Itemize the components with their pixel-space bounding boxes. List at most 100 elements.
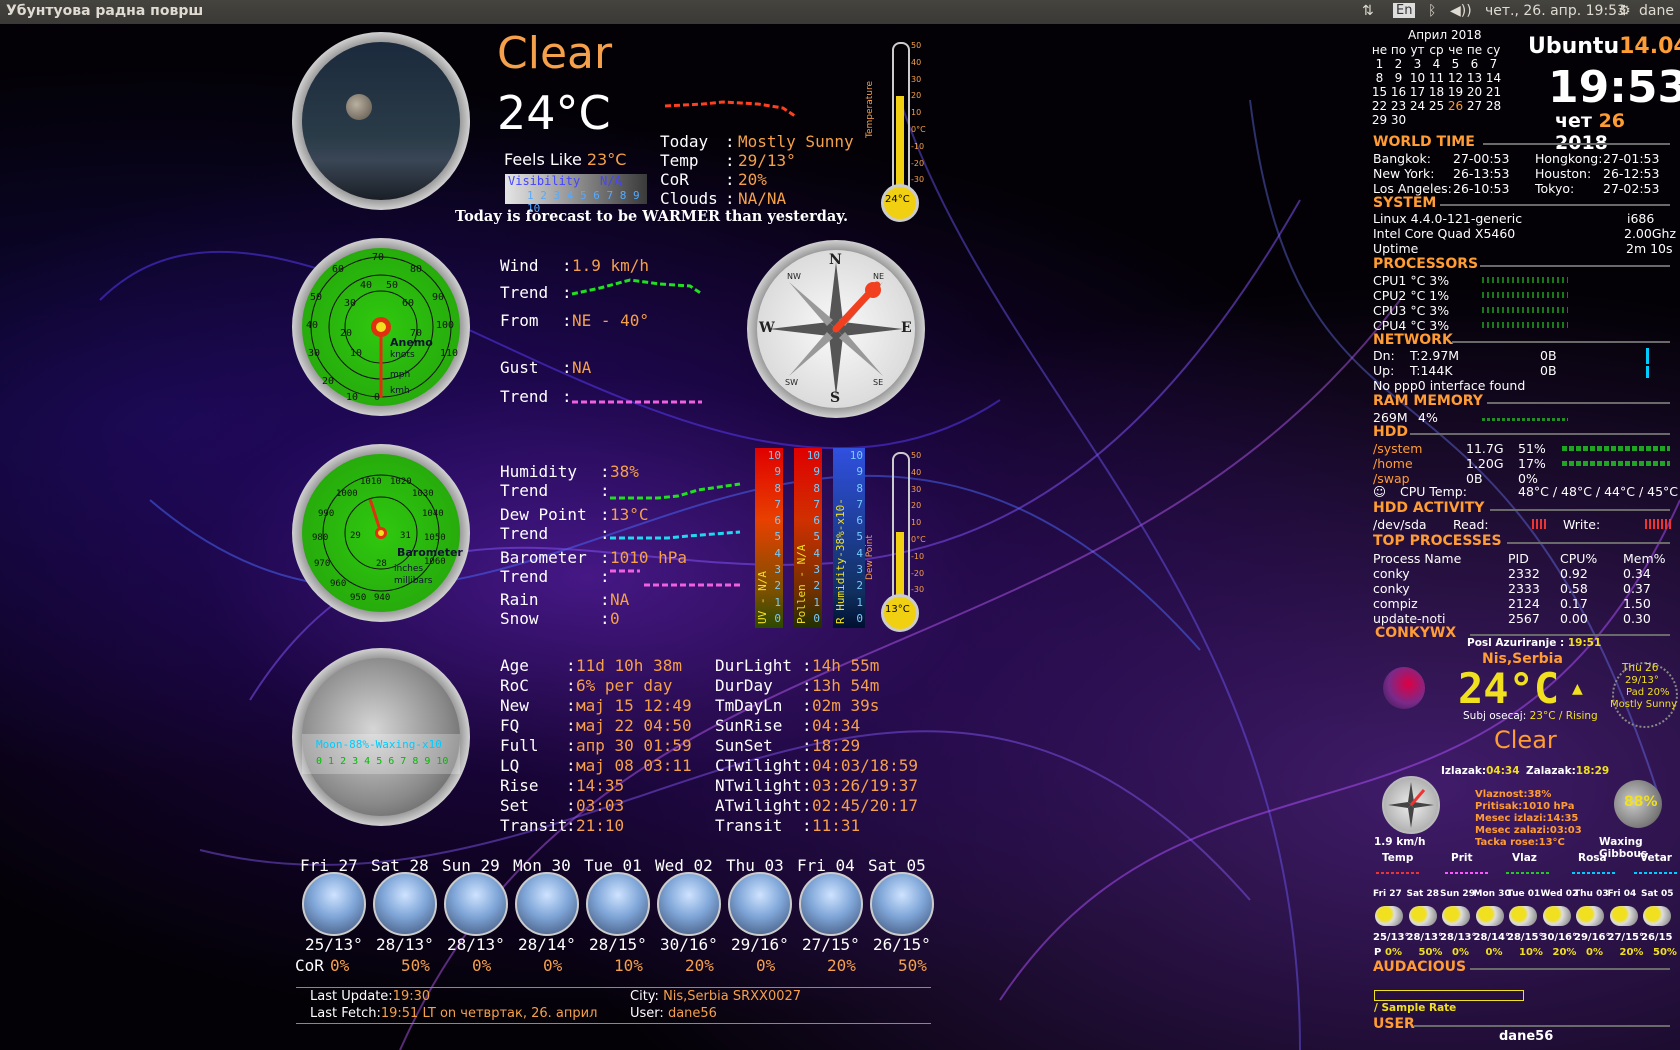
network-updown-icon[interactable]: ⇅ <box>1362 3 1374 19</box>
forecast-cor: 0% <box>543 956 563 975</box>
colon: : <box>566 736 576 755</box>
calendar-day[interactable]: 3 <box>1408 57 1427 71</box>
calendar-day[interactable]: 19 <box>1446 85 1465 99</box>
sun-row-label: Transit <box>715 816 783 835</box>
calendar-day[interactable]: 29 <box>1370 113 1389 127</box>
calendar-day[interactable]: 7 <box>1484 57 1503 71</box>
conkywx-graph <box>1634 872 1678 874</box>
calendar-day[interactable]: 15 <box>1370 85 1389 99</box>
net-dn-label: Dn: <box>1373 348 1395 363</box>
svg-text:940: 940 <box>374 593 390 603</box>
calendar-day[interactable]: 6 <box>1465 57 1484 71</box>
thermo-tick: 0°C <box>911 124 926 134</box>
svg-text:40: 40 <box>306 320 318 331</box>
bar-tick: 6 <box>774 514 781 528</box>
sky-view <box>302 42 460 200</box>
conkywx-day-pad: 20% <box>1552 947 1577 958</box>
cpu-bar <box>1482 307 1568 313</box>
calendar-day[interactable]: 26 <box>1446 99 1465 113</box>
colon: : <box>600 609 610 628</box>
sunset-value: 18:29 <box>1575 765 1610 777</box>
colon: : <box>802 796 812 815</box>
forecast-weather-icon <box>657 872 721 936</box>
world-time-title: WORLD TIME <box>1373 134 1475 150</box>
conkywx-graph-label: Vetar <box>1640 852 1672 864</box>
svg-text:10: 10 <box>346 392 358 403</box>
colon: : <box>566 776 576 795</box>
volume-icon[interactable]: ◀)) <box>1450 3 1472 19</box>
calendar-day[interactable]: 10 <box>1408 71 1427 85</box>
hdd-mount: /swap <box>1373 471 1410 486</box>
audacious-progress[interactable] <box>1374 990 1524 1001</box>
calendar-day[interactable]: 27 <box>1465 99 1484 113</box>
calendar-day[interactable]: 25 <box>1427 99 1446 113</box>
humidity-bar-label: R Humidity-38%-x10- <box>834 498 847 624</box>
svg-text:60: 60 <box>402 298 414 309</box>
svg-text:980: 980 <box>312 533 328 543</box>
moon-row-value: 11d 10h 38m <box>576 656 682 675</box>
forecast-temp: 28/14° <box>518 935 576 954</box>
calendar-day[interactable]: 16 <box>1389 85 1408 99</box>
bar-tick: 2 <box>774 579 781 593</box>
svg-text:90: 90 <box>432 292 444 303</box>
conkywx-day-temp: 28/15° <box>1507 932 1544 943</box>
bar-tick: 7 <box>774 497 781 511</box>
sun-row-value: 18:29 <box>812 736 861 755</box>
calendar-day[interactable]: 23 <box>1389 99 1408 113</box>
conkywx-today-cond: Mostly Sunny <box>1610 699 1678 710</box>
conkywx-detail: Mesec zalazi:03:03 <box>1475 825 1582 836</box>
net-dn-total: T:2.97M <box>1410 348 1460 363</box>
calendar-day[interactable]: 13 <box>1465 71 1484 85</box>
top-cell: 1.50 <box>1623 596 1651 611</box>
calendar-day[interactable]: 2 <box>1389 57 1408 71</box>
barometer-dial: 1010 10201000 1030990 1040980 1050970 1060960… <box>312 474 446 603</box>
calendar-day[interactable]: 30 <box>1389 113 1408 127</box>
calendar-day[interactable]: 8 <box>1370 71 1389 85</box>
sun-row-value: 03:26/19:37 <box>812 776 918 795</box>
conkywx-moon-icon: 88% <box>1614 780 1662 828</box>
compass-rose-icon <box>769 262 903 396</box>
top-processes-title: TOP PROCESSES <box>1373 533 1502 549</box>
calendar-day[interactable]: 20 <box>1465 85 1484 99</box>
session-user[interactable]: dane <box>1639 3 1674 19</box>
top-cell: 0.92 <box>1560 566 1588 581</box>
session-gear-icon[interactable]: ⚙ <box>1618 3 1631 19</box>
calendar-day[interactable]: 22 <box>1370 99 1389 113</box>
bluetooth-icon[interactable]: ᛒ <box>1428 3 1436 19</box>
conkywx-update: Posl Azuriranje : 19:51 <box>1467 637 1601 649</box>
net-up-total: T:144K <box>1410 363 1453 378</box>
conkywx-graph <box>1572 872 1616 874</box>
datetime-indicator[interactable]: чет., 26. апр. 19:53 <box>1485 3 1626 19</box>
colon: : <box>802 776 812 795</box>
calendar-day[interactable]: 21 <box>1484 85 1503 99</box>
calendar-day[interactable]: 17 <box>1408 85 1427 99</box>
calendar-weekday: че <box>1448 43 1463 57</box>
forecast-cor: 0% <box>472 956 492 975</box>
cpu-temp-value: 48°C / 48°C / 44°C / 45°C <box>1518 484 1679 499</box>
conkywx-day-temp: 28/14° <box>1473 932 1510 943</box>
conkywx-day: Sun 29 <box>1440 889 1475 899</box>
forecast-temp: 28/15° <box>589 935 647 954</box>
calendar-day[interactable]: 24 <box>1408 99 1427 113</box>
calendar-day[interactable]: 4 <box>1427 57 1446 71</box>
cpu-temp-label: CPU Temp: <box>1400 484 1467 499</box>
colon: : <box>566 656 576 675</box>
calendar-day[interactable]: 11 <box>1427 71 1446 85</box>
calendar-day[interactable]: 28 <box>1484 99 1503 113</box>
calendar-day[interactable]: 1 <box>1370 57 1389 71</box>
baro-trend-graph <box>610 569 740 587</box>
conkywx-graph <box>1506 872 1550 874</box>
colon: : <box>600 462 610 481</box>
calendar-day[interactable]: 9 <box>1389 71 1408 85</box>
sun-row-label: CTwilight <box>715 756 802 775</box>
calendar-day[interactable]: 14 <box>1484 71 1503 85</box>
calendar-day[interactable]: 12 <box>1446 71 1465 85</box>
thermo-tick: 10 <box>911 108 922 118</box>
uv-ticks: 10 9 8 7 6 5 4 3 2 1 0 <box>768 448 781 627</box>
bar-tick: 7 <box>856 497 863 511</box>
keyboard-layout-indicator[interactable]: En <box>1393 3 1416 18</box>
calendar-day[interactable]: 5 <box>1446 57 1465 71</box>
top-header: PID <box>1508 551 1529 566</box>
calendar-day[interactable]: 18 <box>1427 85 1446 99</box>
colon: : <box>562 256 572 275</box>
